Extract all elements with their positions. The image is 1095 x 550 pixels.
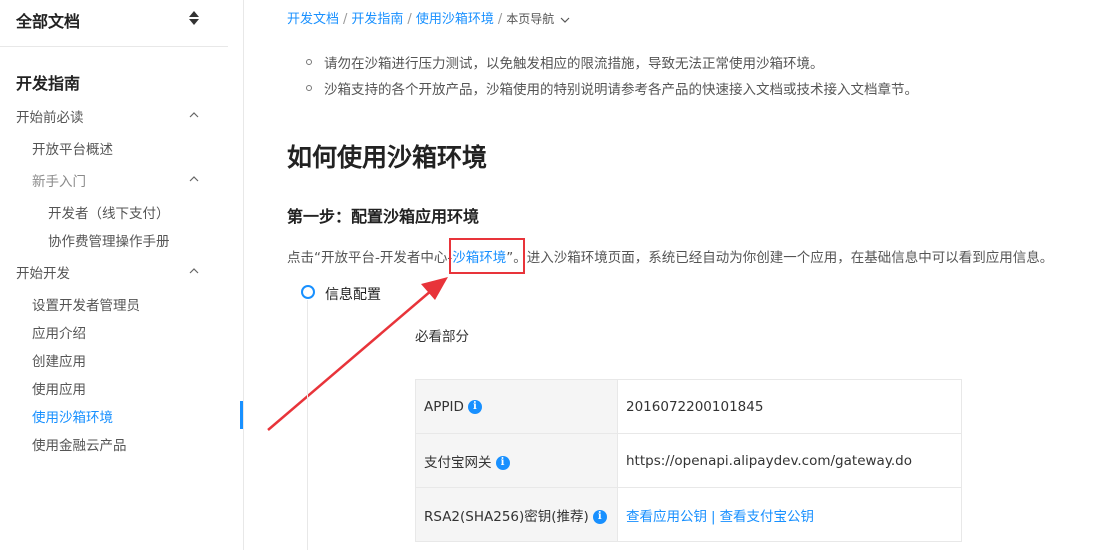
table-key-label: RSA2(SHA256)密钥(推荐) [424,508,589,525]
sidebar-item-use-app[interactable]: 使用应用 [32,378,86,398]
sidebar-item-collab-fee-manual[interactable]: 协作费管理操作手册 [48,230,170,250]
sidebar-item-sandbox[interactable]: 使用沙箱环境 [32,406,113,426]
table-row: RSA2(SHA256)密钥(推荐) i 查看应用公钥 | 查看支付宝公钥 [415,487,962,542]
breadcrumb-dev-docs[interactable]: 开发文档 [287,12,339,27]
list-item: 沙箱支持的各个开放产品，沙箱使用的特别说明请参考各产品的快速接入文档或技术接入文… [306,78,918,98]
breadcrumb: 开发文档 / 开发指南 / 使用沙箱环境 / 本页导航 [287,8,570,27]
sidebar-item-developer-offline[interactable]: 开发者（线下支付） [48,202,170,222]
sidebar-item-platform-overview[interactable]: 开放平台概述 [32,138,113,158]
breadcrumb-separator: / [407,12,412,27]
info-icon[interactable]: i [495,455,510,470]
sidebar-item-before-start[interactable]: 开始前必读 [16,106,84,126]
breadcrumb-sandbox[interactable]: 使用沙箱环境 [416,12,494,27]
chevron-up-icon[interactable] [189,176,199,182]
table-value-cell: 2016072200101845 [617,379,962,434]
info-icon[interactable]: i [592,509,607,524]
page-heading: 如何使用沙箱环境 [287,143,488,172]
doc-switcher-label: 全部文档 [16,12,81,31]
table-key-label: 支付宝网关 [424,454,492,471]
annotation-highlight-box [449,238,525,274]
sidebar: 全部文档 开发指南 开始前必读 开放平台概述 新手入门 开发者（线下支付） 协作… [0,0,244,550]
instruction-paragraph: 点击“开放平台-开发者中心-沙箱环境”。进入沙箱环境页面，系统已经自动为你创建一… [287,246,1053,266]
chevron-down-icon[interactable] [560,17,570,23]
list-item-text: 沙箱支持的各个开放产品，沙箱使用的特别说明请参考各产品的快速接入文档或技术接入文… [324,82,918,98]
table-key-cell: APPID i [415,379,618,434]
step-indicator-icon [301,285,315,299]
table-value-cell: 查看应用公钥 | 查看支付宝公钥 [617,487,962,542]
bullet-icon [306,85,312,91]
paragraph-text: ”。进入沙箱环境页面，系统已经自动为你创建一个应用，在基础信息中可以看到应用信息… [506,250,1054,266]
doc-switcher[interactable]: 全部文档 [0,0,228,47]
list-item-text: 请勿在沙箱进行压力测试，以免触发相应的限流措施，导致无法正常使用沙箱环境。 [324,56,824,72]
table-key-cell: 支付宝网关 i [415,433,618,488]
must-see-label: 必看部分 [415,329,469,345]
step-label: 信息配置 [325,287,381,303]
breadcrumb-separator: / [343,12,348,27]
sidebar-item-finance-cloud[interactable]: 使用金融云产品 [32,434,127,454]
page-nav-toggle[interactable]: 本页导航 [506,12,554,26]
chevron-up-icon[interactable] [189,268,199,274]
sidebar-item-start-dev[interactable]: 开始开发 [16,262,70,282]
table-row: 支付宝网关 i https://openapi.alipaydev.com/gat… [415,433,962,488]
sidebar-item-getting-started[interactable]: 新手入门 [32,170,86,190]
table-row: APPID i 2016072200101845 [415,379,962,434]
step-heading: 第一步：配置沙箱应用环境 [287,207,480,226]
info-icon[interactable]: i [467,399,482,414]
active-indicator [240,401,243,429]
sidebar-item-create-app[interactable]: 创建应用 [32,350,86,370]
link-separator: | [711,508,716,525]
sidebar-item-app-intro[interactable]: 应用介绍 [32,322,86,342]
breadcrumb-dev-guide[interactable]: 开发指南 [351,12,403,27]
table-key-cell: RSA2(SHA256)密钥(推荐) i [415,487,618,542]
table-value-cell: https://openapi.alipaydev.com/gateway.do [617,433,962,488]
app-info-table: APPID i 2016072200101845 支付宝网关 i https://o… [415,379,962,542]
paragraph-text: 点击“开放平台-开发者中心- [287,250,453,266]
view-alipay-public-key-link[interactable]: 查看支付宝公钥 [720,509,815,525]
bullet-icon [306,59,312,65]
timeline-line [307,300,308,550]
sort-icon[interactable] [188,10,200,26]
sidebar-item-set-admin[interactable]: 设置开发者管理员 [32,294,140,314]
table-key-label: APPID [424,398,464,415]
breadcrumb-separator: / [497,12,503,27]
view-app-public-key-link[interactable]: 查看应用公钥 [626,509,707,525]
chevron-up-icon[interactable] [189,112,199,118]
list-item: 请勿在沙箱进行压力测试，以免触发相应的限流措施，导致无法正常使用沙箱环境。 [306,52,824,72]
section-title: 开发指南 [16,74,81,93]
